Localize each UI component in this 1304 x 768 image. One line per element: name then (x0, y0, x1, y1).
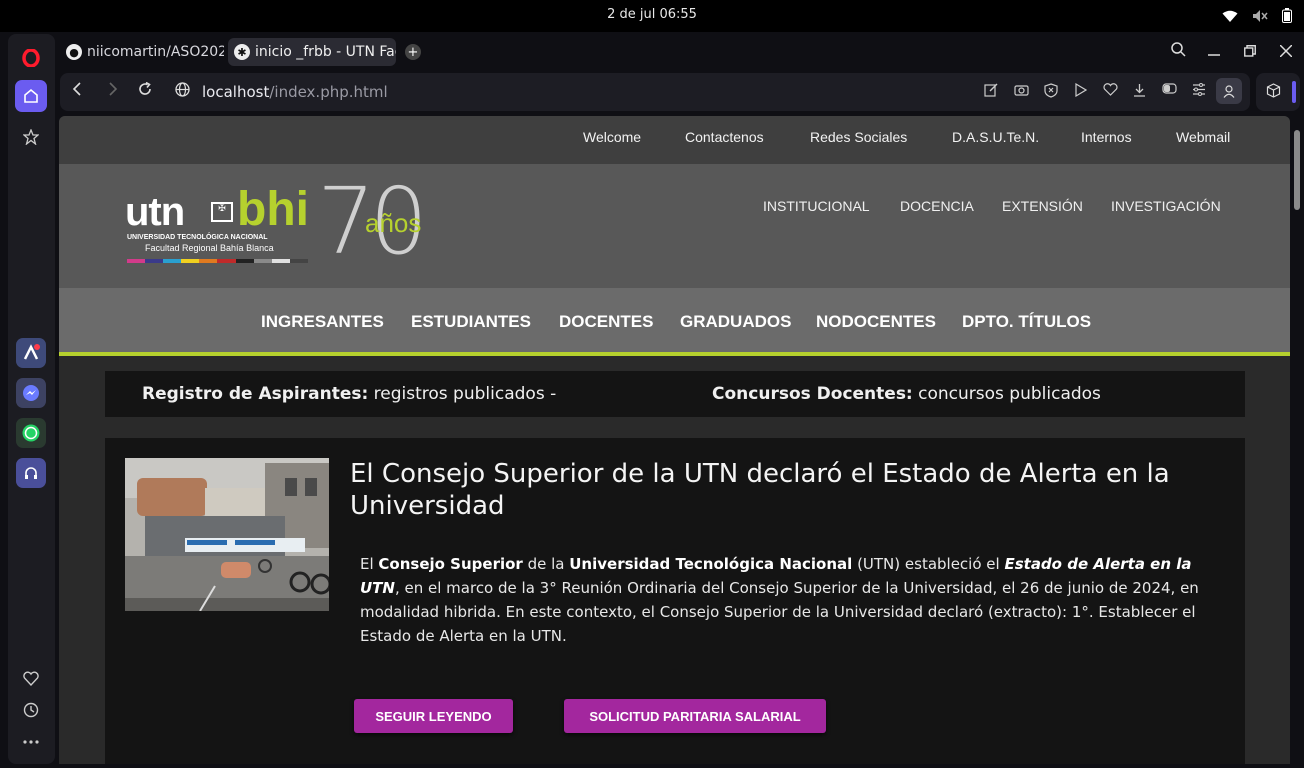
registro-text: registros publicados - (368, 384, 557, 404)
logo-utn-text: utn (125, 190, 185, 234)
close-icon[interactable] (1279, 42, 1293, 61)
history-icon[interactable] (15, 694, 47, 726)
summary-text: de la (522, 555, 570, 573)
page-viewport: Welcome Contactenos Redes Sociales D.A.S… (59, 116, 1290, 764)
nav-nodocentes[interactable]: NODOCENTES (816, 312, 936, 332)
concursos-text: concursos publicados (912, 384, 1101, 404)
os-clock[interactable]: 2 de jul 06:55 (0, 7, 1304, 22)
github-icon: ● (66, 44, 82, 60)
nav-dpto-titulos[interactable]: DPTO. TÍTULOS (962, 312, 1091, 332)
volume-muted-icon[interactable] (1252, 8, 1268, 27)
page-scrollbar[interactable] (1291, 116, 1304, 764)
os-top-bar: 2 de jul 06:55 (0, 0, 1304, 32)
tab-strip: ● niicomartin/ASO2024 ✱ inicio _frbb - U… (56, 34, 1304, 70)
pinboards-icon[interactable] (15, 121, 47, 153)
nav-internos[interactable]: Internos (1081, 129, 1132, 145)
messenger-icon[interactable] (16, 378, 46, 408)
nav-investigacion[interactable]: INVESTIGACIÓN (1111, 198, 1221, 214)
summary-bold-universidad: Universidad Tecnológica Nacional (569, 555, 853, 573)
nav-docentes[interactable]: DOCENTES (559, 312, 653, 332)
search-tabs-icon[interactable] (1171, 42, 1186, 61)
logo-university-name: UNIVERSIDAD TECNOLÓGICA NACIONAL (127, 234, 268, 241)
url-host: localhost (202, 83, 270, 101)
tab-github[interactable]: ● niicomartin/ASO2024 (60, 38, 224, 66)
nav-redes-sociales[interactable]: Redes Sociales (810, 129, 907, 145)
back-icon[interactable] (72, 82, 82, 100)
bookmark-heart-icon[interactable] (1103, 83, 1118, 100)
scrollbar-thumb[interactable] (1294, 130, 1300, 210)
reload-icon[interactable] (138, 81, 152, 100)
music-player-icon[interactable] (16, 458, 46, 488)
profile-icon[interactable] (1216, 78, 1242, 104)
tab-label: niicomartin/ASO2024 (87, 44, 224, 60)
summary-bold-consejo: Consejo Superior (378, 555, 523, 573)
summary-text: El (360, 555, 379, 573)
article-summary: El Consejo Superior de la Universidad Te… (360, 552, 1220, 648)
registro-label: Registro de Aspirantes: (142, 384, 369, 404)
url-field[interactable]: localhost/index.php.html (202, 83, 388, 101)
nav-webmail[interactable]: Webmail (1176, 129, 1230, 145)
concursos-label: Concursos Docentes: (712, 384, 913, 404)
extensions-area[interactable] (1256, 73, 1300, 111)
extensions-cube-icon[interactable] (1266, 83, 1281, 102)
article-title[interactable]: El Consejo Superior de la UTN declaró el… (350, 458, 1210, 522)
globe-icon[interactable] (175, 82, 190, 101)
plus-icon: + (405, 44, 421, 60)
main-nav: INGRESANTES ESTUDIANTES DOCENTES GRADUAD… (59, 288, 1290, 356)
wifi-icon[interactable] (1222, 8, 1238, 27)
utility-nav: Welcome Contactenos Redes Sociales D.A.S… (59, 116, 1290, 164)
concursos-docentes-link[interactable]: Concursos Docentes: concursos publicados (712, 384, 1101, 404)
whatsapp-icon[interactable] (16, 418, 46, 448)
opera-logo-icon[interactable] (15, 42, 47, 74)
battery-icon[interactable] (1282, 8, 1292, 27)
news-article: El Consejo Superior de la UTN declaró el… (105, 438, 1245, 764)
nav-estudiantes[interactable]: ESTUDIANTES (411, 312, 531, 332)
aria-app-icon[interactable] (16, 338, 46, 368)
new-tab-button[interactable]: + (404, 38, 422, 66)
easy-setup-icon[interactable] (1192, 83, 1206, 100)
nav-extension[interactable]: EXTENSIÓN (1002, 198, 1083, 214)
forward-icon[interactable] (108, 82, 118, 100)
maximize-icon[interactable] (1244, 42, 1256, 61)
home-icon[interactable] (15, 80, 47, 112)
logo-bhi-text: bhi (237, 183, 309, 236)
sidebar-accent-bar (1292, 81, 1296, 103)
logo-faculty-name: Facultad Regional Bahía Blanca (145, 243, 274, 253)
read-more-button[interactable]: SEGUIR LEYENDO (354, 699, 513, 733)
system-tray[interactable] (1222, 8, 1292, 27)
nav-welcome[interactable]: Welcome (583, 129, 641, 145)
tab-label: inicio _frbb - UTN Fac (255, 44, 396, 60)
nav-graduados[interactable]: GRADUADOS (680, 312, 791, 332)
logo-anos: años (365, 208, 422, 238)
notice-bar: Registro de Aspirantes: registros public… (105, 371, 1245, 417)
registro-aspirantes-link[interactable]: Registro de Aspirantes: registros public… (142, 384, 556, 404)
tab-utn[interactable]: ✱ inicio _frbb - UTN Fac (228, 38, 396, 66)
nav-docencia[interactable]: DOCENCIA (900, 198, 974, 214)
logo-color-stripes (127, 259, 308, 263)
article-photo[interactable] (125, 458, 329, 611)
nav-institucional[interactable]: INSTITUCIONAL (763, 198, 870, 214)
address-bar: localhost/index.php.html (60, 73, 1250, 111)
nav-contactenos[interactable]: Contactenos (685, 129, 764, 145)
opera-sidebar (8, 34, 55, 764)
url-path: /index.php.html (269, 83, 388, 101)
summary-text: (UTN) estableció el (852, 555, 1005, 573)
summary-text: , en el marco de la 3° Reunión Ordinaria… (360, 579, 1199, 645)
minimize-icon[interactable] (1208, 42, 1220, 61)
site-icon: ✱ (234, 44, 250, 60)
paritaria-salarial-button[interactable]: SOLICITUD PARITARIA SALARIAL (564, 699, 826, 733)
camera-icon[interactable] (1014, 83, 1029, 100)
heart-icon[interactable] (15, 662, 47, 694)
utn-shield-icon: ✠ (211, 202, 233, 222)
nav-dasuten[interactable]: D.A.S.U.Te.N. (952, 129, 1039, 145)
battery-saver-icon[interactable] (1162, 83, 1177, 98)
nav-ingresantes[interactable]: INGRESANTES (261, 312, 384, 332)
edit-icon[interactable] (984, 83, 998, 101)
site-header: utn ✠ bhi UNIVERSIDAD TECNOLÓGICA NACION… (59, 164, 1290, 288)
adblock-icon[interactable] (1044, 83, 1058, 102)
more-options-icon[interactable] (15, 726, 47, 758)
play-icon[interactable] (1074, 82, 1088, 101)
download-icon[interactable] (1133, 83, 1146, 101)
